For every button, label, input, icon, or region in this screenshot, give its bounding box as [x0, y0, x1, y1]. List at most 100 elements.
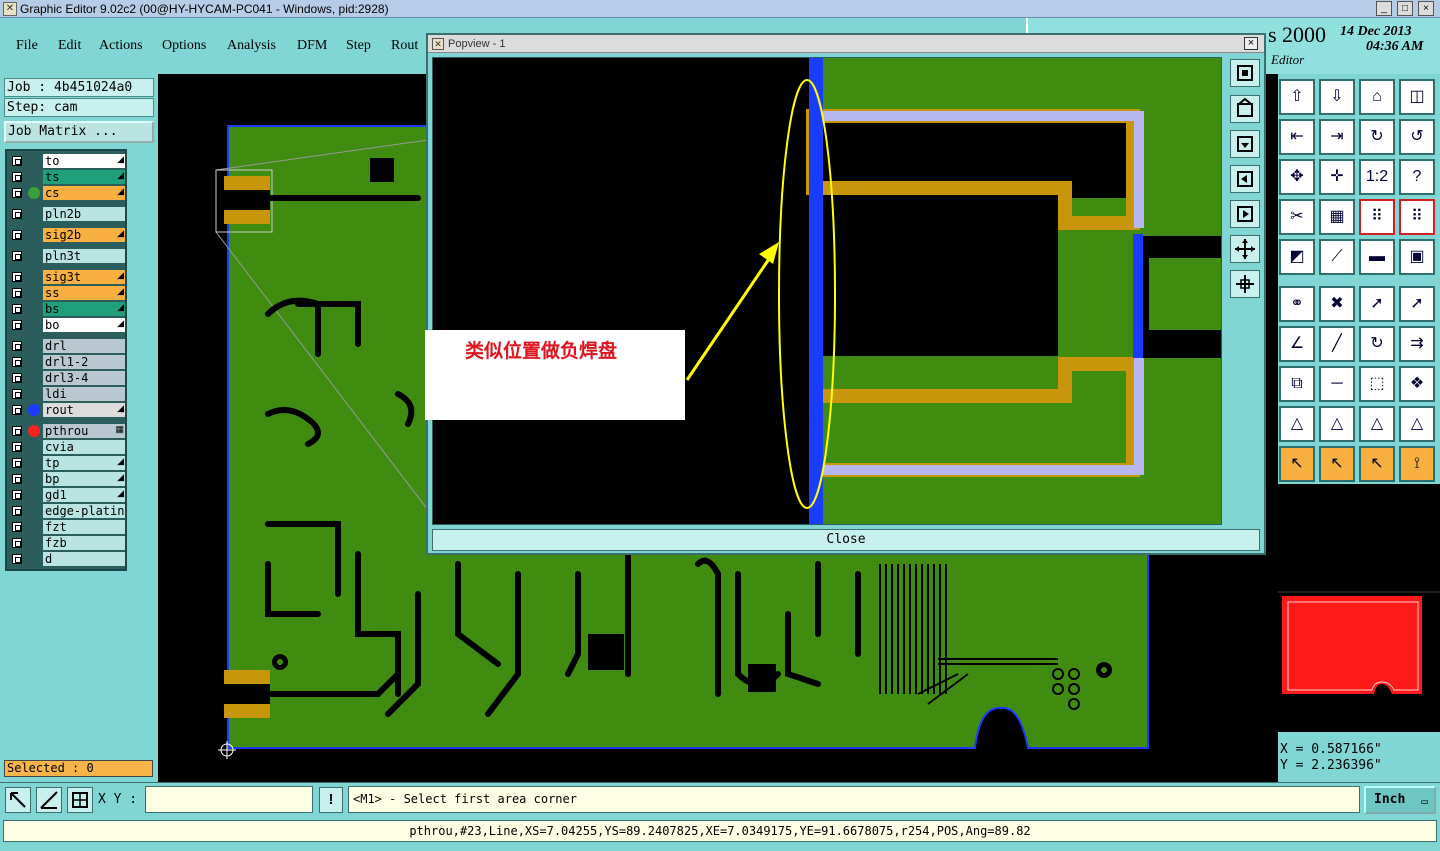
diagonal-line-icon[interactable]: ⟋ [1319, 239, 1355, 275]
triangle-b-icon[interactable]: △ [1319, 406, 1355, 442]
menu-dfm[interactable]: DFM [297, 38, 327, 54]
layer-name[interactable]: sig2b [43, 228, 125, 242]
rotate-icon[interactable]: ↺ [1399, 119, 1435, 155]
layer-color-dot[interactable] [28, 271, 40, 283]
split-f-icon[interactable]: ⇉ [1399, 326, 1435, 362]
popview-canvas[interactable] [432, 57, 1222, 525]
layer-checkbox[interactable] [12, 288, 22, 298]
info-icon[interactable]: ! [319, 787, 343, 813]
dashed-pad-icon[interactable]: ▣ [1399, 239, 1435, 275]
layer-checkbox[interactable] [12, 554, 22, 564]
split-view-icon[interactable]: ◫ [1399, 79, 1435, 115]
pan-left-icon[interactable]: ⇤ [1279, 119, 1315, 155]
layer-row-pthrou[interactable]: pthrou ▦ [9, 424, 126, 438]
popview-close-icon[interactable]: × [1244, 37, 1258, 50]
pad-arrow-icon[interactable]: ➚ [1399, 286, 1435, 322]
maximize-button[interactable]: □ [1397, 1, 1413, 16]
layer-row-fzt[interactable]: fzt [9, 520, 126, 534]
help-icon[interactable]: ? [1399, 159, 1435, 195]
layer-color-dot[interactable] [28, 356, 40, 368]
popview-zoom-fit-button[interactable] [1230, 59, 1260, 87]
window-title-bar[interactable]: ✕ Graphic Editor 9.02c2 (00@HY-HYCAM-PC0… [0, 0, 1440, 18]
menu-file[interactable]: File [16, 38, 38, 54]
layer-color-dot[interactable] [28, 505, 40, 517]
layer-row-d[interactable]: d [9, 552, 126, 566]
pointer-icon[interactable]: ↖ [1279, 446, 1315, 482]
layer-checkbox[interactable] [12, 506, 22, 516]
layer-checkbox[interactable] [12, 373, 22, 383]
layers-b-icon[interactable]: ⠿ [1399, 199, 1435, 235]
layer-row-tp[interactable]: tp ◢ [9, 456, 126, 470]
layer-checkbox[interactable] [12, 172, 22, 182]
popview-home-button[interactable] [1230, 95, 1260, 123]
layer-checkbox[interactable] [12, 538, 22, 548]
ruler-icon[interactable]: ▬ [1359, 239, 1395, 275]
layer-color-dot[interactable] [28, 250, 40, 262]
layer-checkbox[interactable] [12, 357, 22, 367]
layer-color-dot[interactable] [28, 457, 40, 469]
layer-checkbox[interactable] [12, 341, 22, 351]
popview-zoom-out-button[interactable] [1230, 270, 1260, 298]
center-icon[interactable]: ✛ [1319, 159, 1355, 195]
fit-all-icon[interactable]: ✥ [1279, 159, 1315, 195]
pointer-box-icon[interactable]: ↖ [1319, 446, 1355, 482]
layer-color-dot[interactable] [28, 489, 40, 501]
slash-icon[interactable]: ╱ [1319, 326, 1355, 362]
layer-name[interactable]: bs [43, 302, 125, 316]
popview-pan-right-button[interactable] [1230, 200, 1260, 228]
layer-color-dot[interactable] [28, 319, 40, 331]
layer-color-dot[interactable] [28, 441, 40, 453]
layer-name[interactable]: pln3t [43, 249, 125, 263]
layer-color-dot[interactable] [28, 171, 40, 183]
layer-checkbox[interactable] [12, 426, 22, 436]
layer-checkbox[interactable] [12, 304, 22, 314]
menu-edit[interactable]: Edit [58, 38, 81, 54]
popview-close-button[interactable]: Close [432, 529, 1260, 551]
layer-name[interactable]: bp [43, 472, 125, 486]
layer-checkbox[interactable] [12, 209, 22, 219]
layer-name[interactable]: tp [43, 456, 125, 470]
layer-row-cs[interactable]: cs ◢ [9, 186, 126, 200]
layer-checkbox[interactable] [12, 188, 22, 198]
layer-color-dot[interactable] [28, 287, 40, 299]
layer-checkbox[interactable] [12, 230, 22, 240]
layer-checkbox[interactable] [12, 389, 22, 399]
tools-icon[interactable]: ✂ [1279, 199, 1315, 235]
layer-color-dot[interactable] [28, 229, 40, 241]
layer-color-dot[interactable] [28, 155, 40, 167]
layer-color-dot[interactable] [28, 521, 40, 533]
triangle-c-icon[interactable]: △ [1359, 406, 1395, 442]
layer-color-dot[interactable] [28, 473, 40, 485]
layer-name[interactable]: ts [43, 170, 125, 184]
layer-color-dot[interactable] [28, 404, 40, 416]
layer-color-dot[interactable] [28, 303, 40, 315]
layer-name[interactable]: rout [43, 403, 125, 417]
triangle-a-icon[interactable]: △ [1279, 406, 1315, 442]
layer-name[interactable]: fzb [43, 536, 125, 550]
layer-name[interactable]: sig3t [43, 270, 125, 284]
layer-name[interactable]: ldi [43, 387, 125, 401]
layer-checkbox[interactable] [12, 458, 22, 468]
triangle-d-icon[interactable]: △ [1399, 406, 1435, 442]
layer-color-dot[interactable] [28, 388, 40, 400]
menu-analysis[interactable]: Analysis [227, 38, 276, 54]
layer-row-drl1-2[interactable]: drl1-2 [9, 355, 126, 369]
layer-row-gd1[interactable]: gd1 ◢ [9, 488, 126, 502]
layer-color-dot[interactable] [28, 187, 40, 199]
layer-name[interactable]: to [43, 154, 125, 168]
select-mode-icon[interactable] [5, 787, 31, 813]
pointer-focus-icon[interactable]: ↖ [1359, 446, 1395, 482]
layer-checkbox[interactable] [12, 405, 22, 415]
minimize-button[interactable]: _ [1376, 1, 1392, 16]
popview-window[interactable]: Popview - 1 ✕ × Close [426, 33, 1266, 555]
layer-checkbox[interactable] [12, 490, 22, 500]
layer-name[interactable]: cs [43, 186, 125, 200]
layer-name[interactable]: d [43, 552, 125, 566]
layer-color-dot[interactable] [28, 372, 40, 384]
layer-checkbox[interactable] [12, 522, 22, 532]
layer-row-bo[interactable]: bo ◢ [9, 318, 126, 332]
layer-name[interactable]: gd1 [43, 488, 125, 502]
cluster-icon[interactable]: ❖ [1399, 366, 1435, 402]
layer-checkbox[interactable] [12, 272, 22, 282]
layer-row-ts[interactable]: ts ◢ [9, 170, 126, 184]
